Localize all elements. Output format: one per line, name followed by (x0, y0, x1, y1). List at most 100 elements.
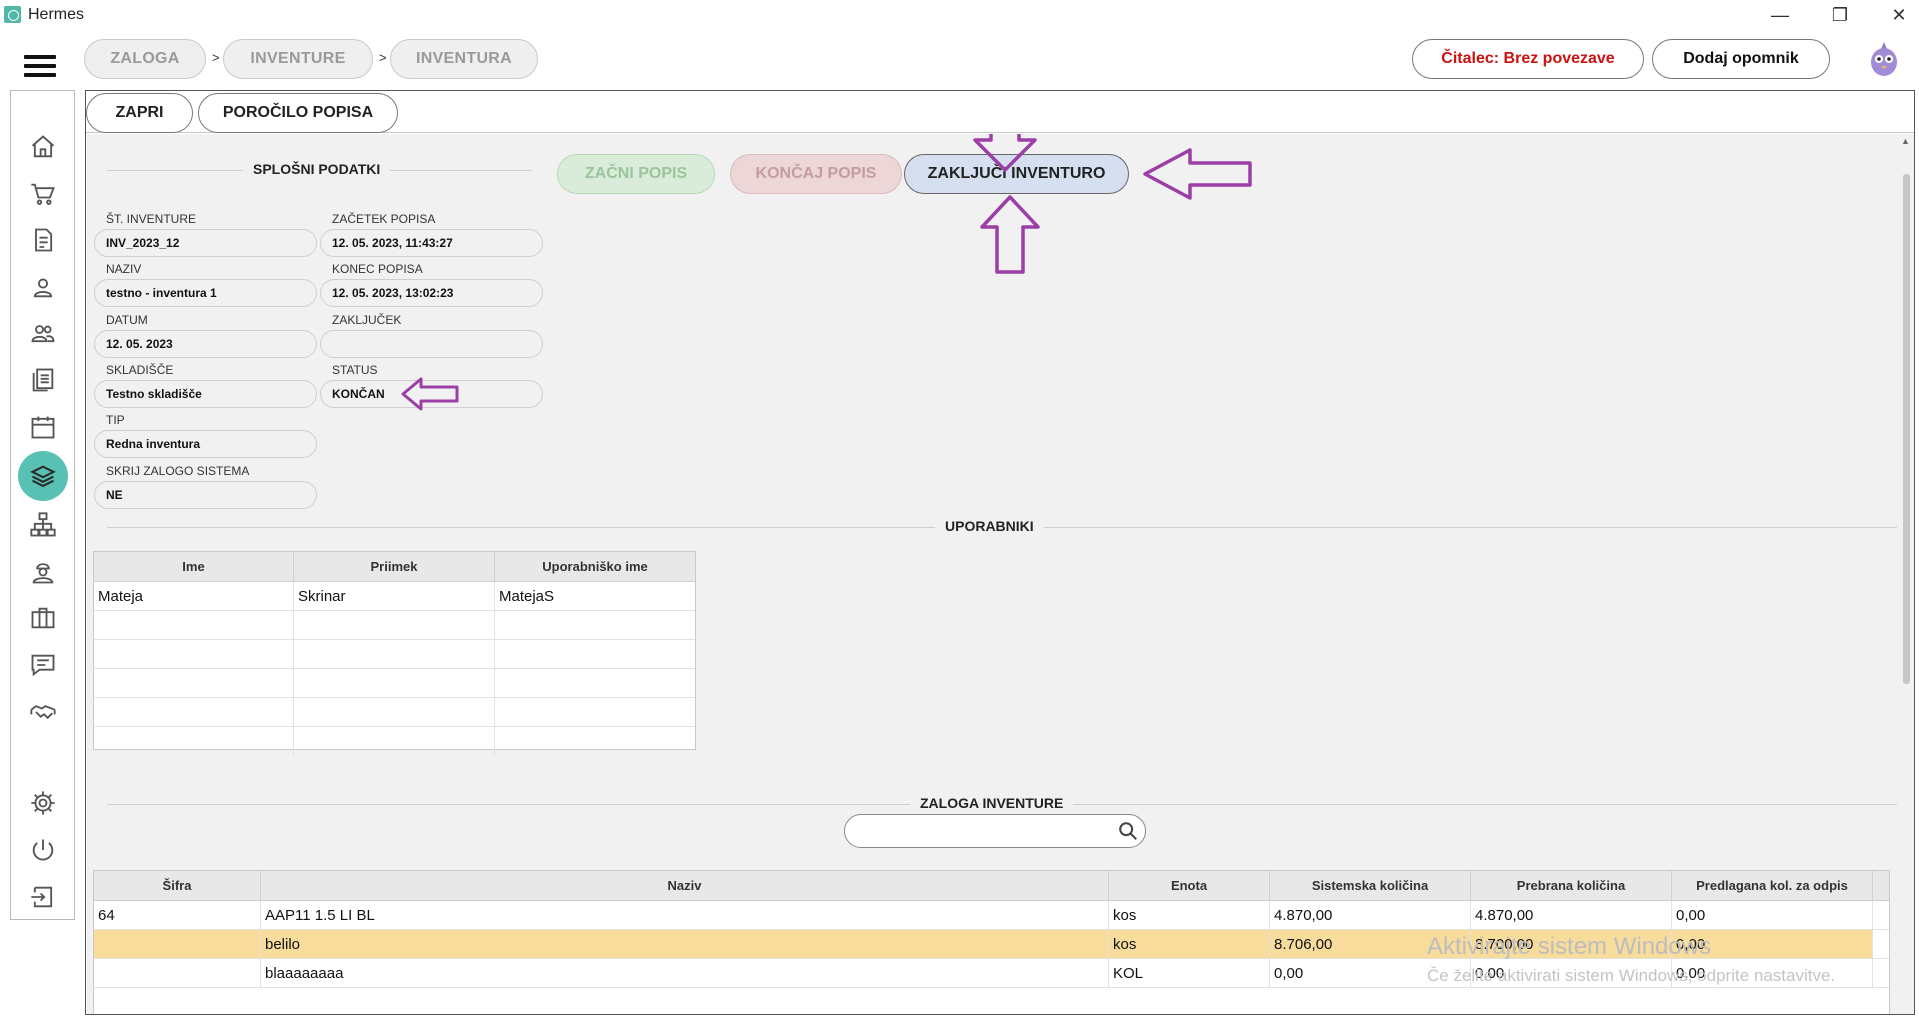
gear-icon[interactable] (27, 787, 59, 819)
cell-code (94, 930, 261, 958)
empty-row (94, 669, 695, 698)
cell-unit: kos (1109, 901, 1270, 929)
cell-name: belilo (261, 930, 1109, 958)
column-header-unit[interactable]: Enota (1109, 871, 1270, 900)
app-logo-icon (4, 6, 21, 23)
cell-writeoff-qty: 0,00 (1672, 901, 1873, 929)
up-arrow-icon (980, 195, 1040, 274)
inventory-number-field: INV_2023_12 (94, 229, 317, 257)
cell-unit: KOL (1109, 959, 1270, 987)
down-arrow-icon (973, 134, 1037, 172)
cell-first-name: Mateja (94, 582, 294, 610)
layers-icon[interactable] (18, 451, 68, 501)
start-count-button[interactable]: ZAČNI POPIS (557, 154, 715, 194)
avatar[interactable] (1868, 40, 1900, 78)
cart-icon[interactable] (27, 178, 59, 210)
table-row[interactable]: 64 AAP11 1.5 LI BL kos 4.870,00 4.870,00… (94, 901, 1889, 930)
column-header-first-name[interactable]: Ime (94, 552, 294, 581)
power-icon[interactable] (27, 834, 59, 866)
date-field: 12. 05. 2023 (94, 330, 317, 358)
breadcrumb-zaloga[interactable]: ZALOGA (84, 39, 206, 79)
name-field: testno - inventura 1 (94, 279, 317, 307)
document-icon[interactable] (27, 224, 59, 256)
close-window-button[interactable]: ✕ (1879, 2, 1919, 28)
chat-icon[interactable] (27, 649, 59, 681)
hide-stock-label: SKRIJ ZALOGO SISTEMA (106, 464, 250, 478)
search-icon[interactable] (1117, 820, 1139, 842)
people-icon[interactable] (27, 317, 59, 349)
stock-search-input[interactable] (844, 814, 1146, 848)
users-table-header: Ime Priimek Uporabniško ime (94, 552, 695, 582)
date-label: DATUM (106, 313, 148, 327)
column-header-writeoff-qty[interactable]: Predlagana kol. za odpis (1672, 871, 1873, 900)
users-table: Ime Priimek Uporabniško ime Mateja Skrin… (93, 551, 696, 756)
briefcase-icon[interactable] (27, 602, 59, 634)
cell-code (94, 959, 261, 987)
column-header-code[interactable]: Šifra (94, 871, 261, 900)
status-label: STATUS (332, 363, 378, 377)
count-start-label: ZAČETEK POPISA (332, 212, 436, 226)
cell-system-qty: 4.870,00 (1270, 901, 1471, 929)
tab-bar: ZAPRI POROČILO POPISA (86, 91, 1914, 133)
cell-username: MatejaS (499, 588, 555, 605)
main-panel: ZAPRI POROČILO POPISA SPLOŠNI PODATKI ŠT… (85, 90, 1915, 1015)
close-button[interactable]: ZAPRI (86, 93, 193, 133)
stock-table-header: Šifra Naziv Enota Sistemska količina Pre… (94, 871, 1889, 901)
list-icon[interactable] (27, 364, 59, 396)
cell-code: 64 (94, 901, 261, 929)
reader-status-button[interactable]: Čitalec: Brez povezave (1412, 39, 1644, 79)
home-icon[interactable] (27, 131, 59, 163)
breadcrumb-inventura[interactable]: INVENTURA (390, 39, 538, 79)
column-header-counted-qty[interactable]: Prebrana količina (1471, 871, 1672, 900)
report-button[interactable]: POROČILO POPISA (198, 93, 398, 133)
closing-label: ZAKLJUČEK (332, 313, 402, 327)
empty-row (94, 640, 695, 669)
vertical-scrollbar[interactable]: ▲ (1899, 134, 1914, 1014)
maximize-button[interactable]: ❐ (1820, 2, 1860, 28)
cell-counted-qty: 4.870,00 (1471, 901, 1672, 929)
table-row[interactable]: Mateja Skrinar MatejaS (94, 582, 695, 611)
count-end-field: 12. 05. 2023, 13:02:23 (320, 279, 543, 307)
inventory-content: SPLOŠNI PODATKI ŠT. INVENTURE INV_2023_1… (87, 134, 1899, 1014)
add-reminder-button[interactable]: Dodaj opomnik (1652, 39, 1830, 79)
column-header-last-name[interactable]: Priimek (294, 552, 495, 581)
column-header-username[interactable]: Uporabniško ime (495, 552, 695, 581)
stock-section-title: ZALOGA INVENTURE (910, 795, 1074, 811)
general-section-title: SPLOŠNI PODATKI (243, 161, 391, 177)
minimize-button[interactable]: — (1760, 2, 1800, 28)
worker-icon[interactable] (27, 556, 59, 588)
hierarchy-icon[interactable] (27, 509, 59, 541)
breadcrumb-separator: > (212, 50, 220, 65)
cell-unit: kos (1109, 930, 1270, 958)
cell-last-name: Skrinar (294, 582, 495, 610)
calendar-icon[interactable] (27, 411, 59, 443)
name-label: NAZIV (106, 262, 142, 276)
hide-stock-field: NE (94, 481, 317, 509)
hamburger-menu-icon[interactable] (24, 55, 56, 77)
logout-icon[interactable] (27, 881, 59, 913)
empty-row (94, 611, 695, 640)
cell-name: blaaaaaaaa (261, 959, 1109, 987)
warehouse-field: Testno skladišče (94, 380, 317, 408)
count-start-field: 12. 05. 2023, 11:43:27 (320, 229, 543, 257)
left-navigation (10, 90, 75, 920)
column-header-name[interactable]: Naziv (261, 871, 1109, 900)
type-label: TIP (106, 413, 125, 427)
closing-field (320, 330, 543, 358)
inventory-number-label: ŠT. INVENTURE (106, 212, 197, 226)
person-icon[interactable] (27, 271, 59, 303)
empty-row (94, 727, 695, 756)
app-title: Hermes (28, 6, 85, 23)
breadcrumb-separator: > (379, 50, 387, 65)
scrollbar-thumb[interactable] (1903, 174, 1910, 684)
breadcrumb-inventure[interactable]: INVENTURE (223, 39, 373, 79)
type-field: Redna inventura (94, 430, 317, 458)
end-count-button[interactable]: KONČAJ POPIS (730, 154, 902, 194)
column-header-system-qty[interactable]: Sistemska količina (1270, 871, 1471, 900)
cell-name: AAP11 1.5 LI BL (261, 901, 1109, 929)
count-end-label: KONEC POPISA (332, 262, 423, 276)
warehouse-label: SKLADIŠČE (106, 363, 174, 377)
activation-watermark-title: Aktivirajte sistem Windows (1427, 933, 1712, 960)
activation-watermark-text: Če želite aktivirati sistem Windows, odp… (1427, 966, 1836, 985)
handshake-icon[interactable] (27, 696, 59, 728)
